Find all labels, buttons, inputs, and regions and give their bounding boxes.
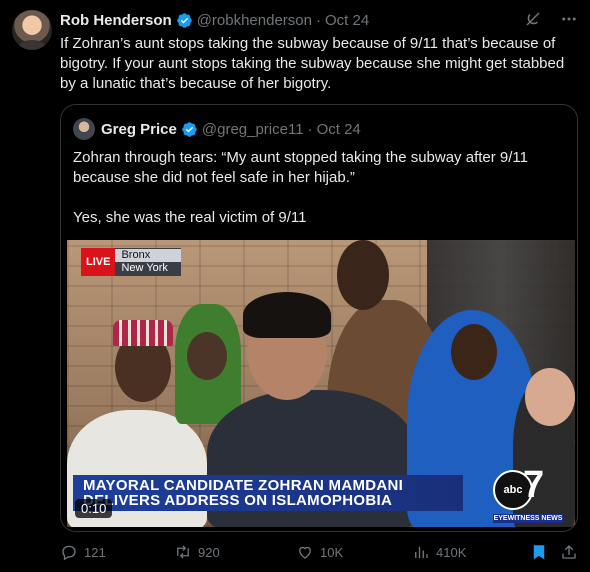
header-icons — [524, 10, 578, 28]
video-timer: 0:10 — [75, 499, 113, 518]
views-button[interactable]: 410K — [412, 543, 466, 561]
more-icon[interactable] — [560, 10, 578, 28]
video-figure-head — [525, 368, 575, 426]
separator: · — [316, 11, 321, 29]
repost-count: 920 — [198, 544, 220, 560]
eyewitness-news-label: EYEWITNESS NEWS — [493, 514, 563, 523]
verified-badge-icon — [176, 12, 192, 28]
bookmark-icon[interactable] — [530, 543, 548, 561]
verified-badge-icon — [182, 121, 197, 137]
video-player[interactable]: LIVE Bronx New York MAYORAL CANDIDATE ZO… — [67, 240, 575, 527]
repost-icon — [177, 545, 189, 559]
views-count: 410K — [436, 544, 467, 560]
live-location: Bronx New York — [115, 248, 182, 276]
headline-line-1: MAYORAL CANDIDATE ZOHRAN MAMDANI — [83, 477, 404, 494]
video-figure-hair — [243, 292, 331, 338]
tweet-date[interactable]: Oct 24 — [325, 12, 369, 29]
author-avatar[interactable] — [12, 10, 52, 50]
heart-icon — [299, 546, 311, 559]
quote-date: Oct 24 — [316, 120, 361, 138]
abc-seven: 7 — [523, 464, 545, 506]
quote-text-paragraph: Yes, she was the real victim of 9/11 — [73, 209, 307, 226]
quote-author-handle: @greg_price11 — [201, 120, 304, 138]
author-handle[interactable]: @robkhenderson — [197, 12, 312, 29]
like-button[interactable]: 10K — [296, 543, 343, 561]
repost-button[interactable]: 920 — [174, 543, 220, 561]
share-icon[interactable] — [560, 543, 578, 561]
video-figure-head — [337, 240, 389, 310]
quote-text: Zohran through tears: “My aunt stopped t… — [73, 148, 567, 248]
live-badge: LIVE Bronx New York — [81, 248, 182, 276]
quote-header: Greg Price @greg_price11 · Oct 24 — [73, 118, 361, 140]
quoted-tweet[interactable]: Greg Price @greg_price11 · Oct 24 Zohran… — [60, 104, 578, 532]
quote-text-paragraph: Zohran through tears: “My aunt stopped t… — [73, 149, 528, 186]
abc7-logo: abc 7 EYEWITNESS NEWS — [493, 464, 563, 523]
action-bar: 121 920 10K 410K — [60, 540, 578, 564]
headline-line-2: DELIVERS ADDRESS ON ISLAMOPHOBIA — [83, 492, 393, 509]
views-chart-icon — [415, 546, 428, 558]
grok-icon[interactable] — [524, 10, 542, 28]
quote-author-avatar — [73, 118, 95, 140]
video-figure-head — [451, 324, 497, 380]
video-figure-cap — [113, 320, 173, 346]
tweet-header: Rob Henderson @robkhenderson · Oct 24 — [60, 10, 578, 30]
separator: · — [307, 120, 313, 138]
lower-third-headline: MAYORAL CANDIDATE ZOHRAN MAMDANI DELIVER… — [73, 475, 463, 511]
reply-count: 121 — [84, 544, 106, 560]
location-line-2: New York — [121, 262, 168, 274]
author-name[interactable]: Rob Henderson — [60, 12, 172, 29]
reply-icon — [62, 545, 76, 561]
reply-button[interactable]: 121 — [60, 543, 106, 561]
video-figure-head — [187, 332, 227, 380]
tweet-text: If Zohran’s aunt stops taking the subway… — [60, 35, 565, 92]
quote-author-name: Greg Price — [101, 120, 177, 138]
location-line-1: Bronx — [115, 249, 182, 262]
like-count: 10K — [320, 544, 344, 560]
live-label: LIVE — [81, 248, 116, 276]
